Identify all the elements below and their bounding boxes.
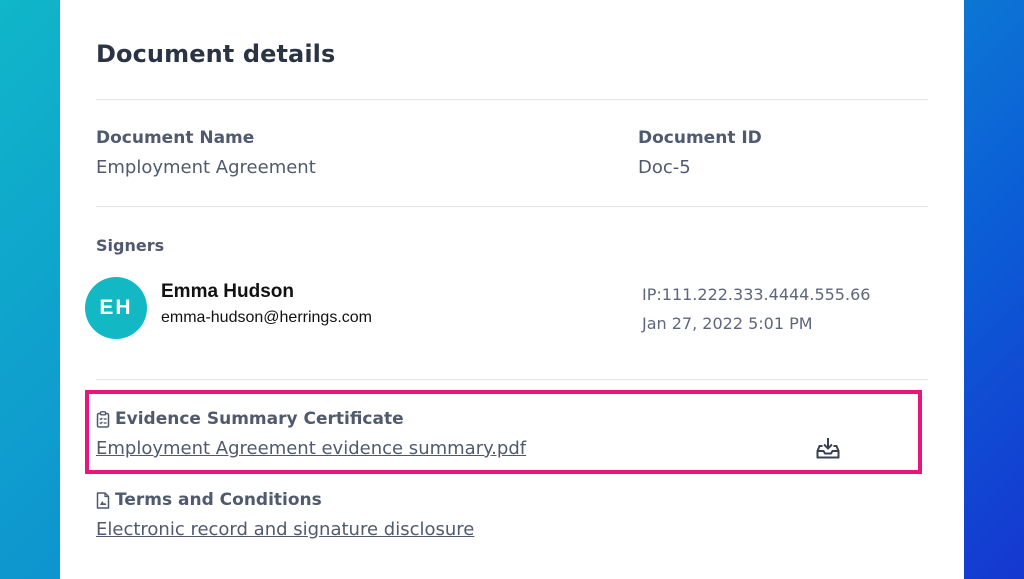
evidence-summary-file-link[interactable]: Employment Agreement evidence summary.pd… (96, 438, 526, 459)
document-details-card: Document details Document Name Employmen… (60, 0, 964, 579)
terms-heading: Terms and Conditions (96, 490, 322, 510)
signer-ip-address: IP:111.222.333.4444.555.66 (642, 285, 871, 304)
signer-email: emma-hudson@herrings.com (161, 309, 372, 326)
document-name-label: Document Name (96, 128, 255, 148)
document-icon (96, 491, 110, 509)
evidence-summary-label: Evidence Summary Certificate (115, 409, 404, 429)
download-icon[interactable] (816, 437, 840, 459)
page-title: Document details (96, 40, 336, 68)
divider (96, 379, 928, 380)
divider (96, 99, 928, 100)
document-id-label: Document ID (638, 128, 762, 148)
evidence-summary-heading: Evidence Summary Certificate (96, 409, 404, 429)
evidence-highlight-box (85, 390, 922, 474)
signer-timestamp: Jan 27, 2022 5:01 PM (642, 314, 813, 333)
terms-disclosure-link[interactable]: Electronic record and signature disclosu… (96, 519, 474, 540)
document-id-value: Doc-5 (638, 157, 691, 178)
clipboard-list-icon (96, 410, 110, 428)
divider (96, 206, 928, 207)
signers-label: Signers (96, 236, 165, 255)
document-name-value: Employment Agreement (96, 157, 316, 178)
avatar: EH (85, 277, 147, 339)
terms-label: Terms and Conditions (115, 490, 322, 510)
signer-name: Emma Hudson (161, 281, 295, 302)
